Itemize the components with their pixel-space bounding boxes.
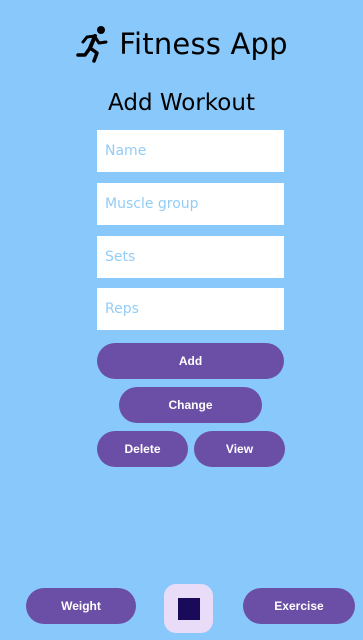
reps-field[interactable] [97, 288, 284, 330]
square-stop-icon [177, 597, 200, 620]
sets-field[interactable] [97, 236, 284, 278]
running-person-icon [75, 24, 115, 64]
page-title: Add Workout [108, 90, 255, 116]
name-field[interactable] [97, 130, 284, 172]
muscle-group-field[interactable] [97, 183, 284, 225]
weight-button[interactable]: Weight [26, 588, 136, 624]
exercise-button[interactable]: Exercise [243, 588, 355, 624]
fab-button[interactable] [164, 584, 213, 633]
app-header: Fitness App [0, 22, 363, 66]
add-button[interactable]: Add [97, 343, 284, 379]
view-button[interactable]: View [194, 431, 285, 467]
app-title: Fitness App [119, 27, 288, 61]
change-button[interactable]: Change [119, 387, 262, 423]
delete-button[interactable]: Delete [97, 431, 188, 467]
